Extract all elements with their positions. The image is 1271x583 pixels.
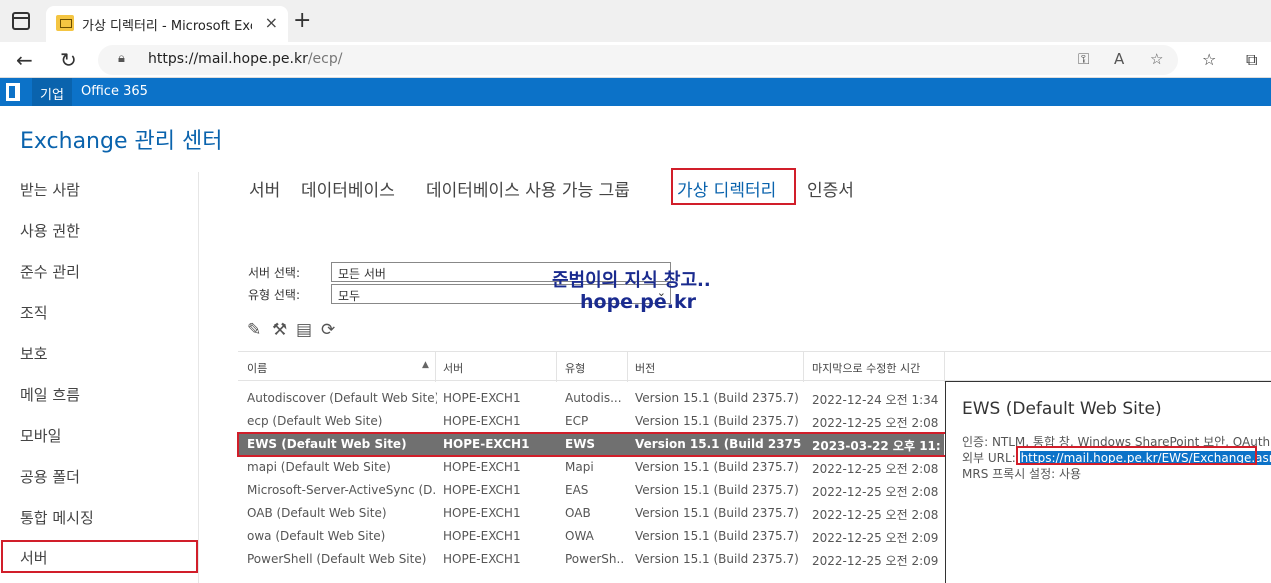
nav-item-unified-messaging[interactable]: 통합 메시징 <box>20 507 94 528</box>
back-icon[interactable]: ← <box>16 48 33 72</box>
tab-certificates[interactable]: 인증서 <box>807 176 854 201</box>
page-title: Exchange 관리 센터 <box>20 129 223 154</box>
nav-item-recipients[interactable]: 받는 사람 <box>20 179 80 200</box>
table-row[interactable]: Autodiscover (Default Web Site) HOPE-EXC… <box>238 387 944 410</box>
refresh-icon[interactable]: ↻ <box>60 48 77 72</box>
exchange-favicon-icon <box>56 15 74 31</box>
nav-item-compliance[interactable]: 준수 관리 <box>20 261 80 282</box>
row-highlight-box <box>237 432 947 457</box>
office-logo-icon[interactable] <box>6 83 20 101</box>
favorites-icon[interactable]: ☆ <box>1202 50 1216 69</box>
tab-highlight-box <box>671 168 796 205</box>
key-icon[interactable]: ⚿ <box>1078 50 1089 68</box>
window-menu-icon[interactable] <box>12 12 30 30</box>
lock-icon: 🔒︎ <box>118 51 125 66</box>
nav-item-mail-flow[interactable]: 메일 흐름 <box>20 384 80 405</box>
url-highlight-box <box>1016 446 1257 465</box>
col-server-header[interactable]: 서버 <box>443 360 463 376</box>
table-header: 이름 ▲ 서버 유형 버전 마지막으로 수정한 시간 <box>238 351 1271 382</box>
nav-item-public-folders[interactable]: 공용 폴더 <box>20 466 80 487</box>
new-tab-button[interactable]: + <box>293 8 311 33</box>
tab-dag[interactable]: 데이터베이스 사용 가능 그룹 <box>426 176 630 201</box>
detail-external-label: 외부 URL: <box>962 451 1020 465</box>
browser-tab-bar: 가상 디렉터리 - Microsoft Exchan × + <box>0 0 1271 42</box>
address-bar: ← ↻ 🔒︎ https://mail.hope.pe.kr/ecp/ ⚿ A … <box>0 42 1271 78</box>
url-host: https://mail.hope.pe.kr <box>148 51 308 67</box>
nav-item-protection[interactable]: 보호 <box>20 343 48 364</box>
table-row[interactable]: ecp (Default Web Site) HOPE-EXCH1 ECP Ve… <box>238 410 944 433</box>
url-field[interactable]: 🔒︎ https://mail.hope.pe.kr/ecp/ ⚿ A ☆ <box>98 45 1178 75</box>
tab-title: 가상 디렉터리 - Microsoft Exchan <box>82 19 252 34</box>
browser-tab[interactable]: 가상 디렉터리 - Microsoft Exchan × <box>46 6 288 42</box>
watermark-line1: 준범이의 지식 창고.. <box>552 270 711 291</box>
tab-databases[interactable]: 데이터베이스 <box>301 176 395 201</box>
nav-item-organization[interactable]: 조직 <box>20 302 48 323</box>
wrench-icon[interactable]: ⚒ <box>272 320 287 340</box>
nav-item-permissions[interactable]: 사용 권한 <box>20 220 80 241</box>
refresh-list-icon[interactable]: ⟳ <box>321 320 335 340</box>
office-nav-bar: 기업 Office 365 <box>0 78 1271 106</box>
office365-link[interactable]: Office 365 <box>81 84 148 99</box>
enterprise-link[interactable]: 기업 <box>40 84 64 103</box>
watermark-line2: hope.pe.kr <box>580 291 696 313</box>
edit-pencil-icon[interactable]: ✎ <box>247 320 261 340</box>
col-type-header[interactable]: 유형 <box>565 360 585 376</box>
table-row[interactable]: owa (Default Web Site) HOPE-EXCH1 OWA Ve… <box>238 525 944 548</box>
table-row[interactable]: OAB (Default Web Site) HOPE-EXCH1 OAB Ve… <box>238 502 944 525</box>
tab-servers[interactable]: 서버 <box>249 176 280 201</box>
col-name-header[interactable]: 이름 <box>247 360 267 376</box>
detail-mrs-proxy: MRS 프록시 설정: 사용 <box>962 467 1082 481</box>
nav-item-mobile[interactable]: 모바일 <box>20 425 61 446</box>
details-pane: EWS (Default Web Site) 인증: NTLM, 통합 창, W… <box>945 381 1271 583</box>
col-version-header[interactable]: 버전 <box>635 360 655 376</box>
read-aloud-icon[interactable]: A <box>1114 50 1124 68</box>
tab-close-icon[interactable]: × <box>265 13 278 32</box>
server-filter-label: 서버 선택: <box>248 266 301 280</box>
collections-icon[interactable]: ⧉ <box>1246 50 1257 70</box>
sort-ascending-icon: ▲ <box>422 360 429 370</box>
table-row[interactable]: mapi (Default Web Site) HOPE-EXCH1 Mapi … <box>238 456 944 479</box>
type-filter-label: 유형 선택: <box>248 288 301 302</box>
add-favorite-icon[interactable]: ☆ <box>1150 50 1163 68</box>
reset-icon[interactable]: ▤ <box>296 320 312 340</box>
table-row[interactable]: PowerShell (Default Web Site) HOPE-EXCH1… <box>238 548 944 571</box>
col-modified-header[interactable]: 마지막으로 수정한 시간 <box>812 360 920 376</box>
url-path: /ecp/ <box>307 51 343 67</box>
detail-title: EWS (Default Web Site) <box>962 399 1162 419</box>
nav-divider <box>198 172 199 583</box>
server-filter-value: 모든 서버 <box>338 267 386 281</box>
table-row[interactable]: Microsoft-Server-ActiveSync (D... HOPE-E… <box>238 479 944 502</box>
nav-highlight-box <box>1 540 198 573</box>
type-filter-value: 모두 <box>338 289 361 303</box>
